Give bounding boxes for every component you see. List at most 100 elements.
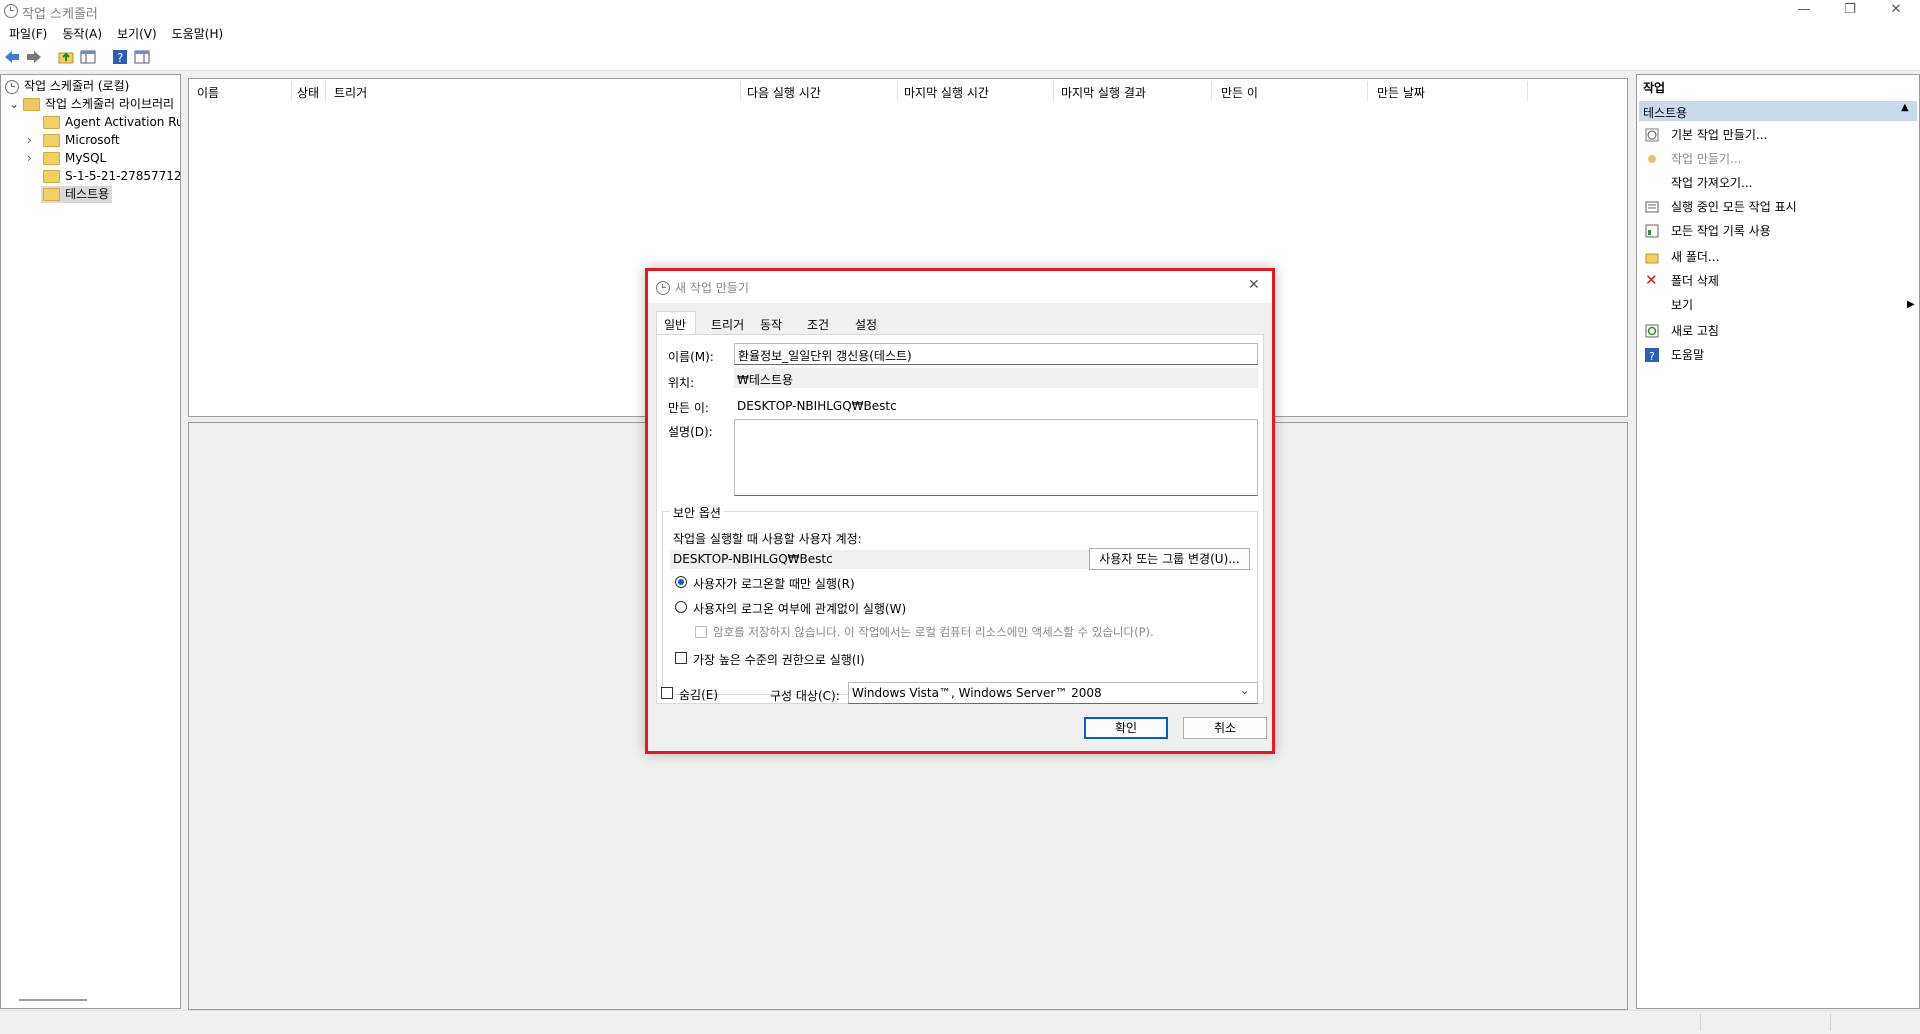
description-textarea[interactable]	[734, 419, 1258, 496]
column-header-author[interactable]: 만든 이	[1221, 84, 1258, 101]
radio-run-whether-logged-on-label: 사용자의 로그온 여부에 관계없이 실행(W)	[693, 602, 907, 616]
submenu-arrow-icon: ▶	[1907, 299, 1915, 310]
chevron-right-icon[interactable]: ›	[27, 132, 43, 149]
column-header-trigger[interactable]: 트리거	[334, 84, 367, 101]
chevron-right-icon[interactable]: ›	[27, 150, 43, 167]
account-value: DESKTOP-NBIHLGQ₩Bestc	[670, 550, 1090, 569]
running-tasks-icon	[1645, 201, 1659, 213]
column-header-status[interactable]: 상태	[297, 84, 319, 101]
column-divider[interactable]	[1053, 81, 1054, 101]
tree-item-agent-activation[interactable]: Agent Activation Run	[43, 114, 181, 131]
tab-settings[interactable]: 설정	[855, 316, 877, 333]
action-label: 모든 작업 기록 사용	[1671, 224, 1771, 238]
no-password-label: 암호를 저장하지 않습니다. 이 작업에서는 로컬 컴퓨터 리소스에만 액세스할…	[713, 625, 1154, 639]
status-divider	[1700, 1014, 1701, 1031]
action-label: 도움말	[1671, 348, 1705, 362]
tree-item-label: Agent Activation Run	[65, 115, 181, 129]
action-label: 폴더 삭제	[1671, 274, 1719, 288]
tree-item-label: MySQL	[65, 151, 107, 165]
hidden-checkbox[interactable]	[661, 687, 673, 699]
column-header-created[interactable]: 만든 날짜	[1377, 84, 1425, 101]
action-pane-icon[interactable]	[134, 49, 150, 65]
menu-help[interactable]: 도움말(H)	[163, 22, 230, 42]
name-input[interactable]: 환율정보_일일단위 갱신용(테스트)	[734, 343, 1258, 365]
dialog-close-button[interactable]: ✕	[1248, 277, 1260, 293]
radio-run-whether-logged-on[interactable]	[675, 601, 687, 613]
horizontal-scrollbar[interactable]	[19, 999, 87, 1001]
name-label: 이름(M):	[668, 350, 714, 364]
radio-run-when-logged-on[interactable]	[675, 576, 687, 588]
tree-item-label: S-1-5-21-278577129	[65, 169, 181, 183]
author-value: DESKTOP-NBIHLGQ₩Bestc	[737, 399, 897, 413]
configure-for-label: 구성 대상(C):	[770, 689, 840, 703]
menu-file[interactable]: 파일(F)	[0, 22, 53, 42]
folder-icon	[43, 170, 60, 183]
new-folder-icon	[1645, 253, 1659, 264]
actions-header: 작업	[1643, 81, 1666, 95]
tree-item-mysql[interactable]: › MySQL	[27, 150, 106, 167]
tree-item-label: 테스트용	[65, 187, 110, 201]
chevron-down-icon[interactable]: ⌄	[9, 96, 23, 113]
back-arrow-icon[interactable]	[4, 49, 20, 65]
no-password-checkbox[interactable]	[695, 626, 707, 638]
security-options-title: 보안 옵션	[670, 504, 724, 521]
column-header-last-run[interactable]: 마지막 실행 시간	[904, 84, 989, 101]
clock-icon	[5, 79, 19, 94]
console-tree-icon[interactable]	[80, 49, 96, 65]
action-view[interactable]: 보기 ▶	[1645, 295, 1917, 315]
help-icon[interactable]: ?	[112, 49, 128, 65]
column-divider[interactable]	[897, 81, 898, 101]
actions-section-header[interactable]: 테스트용 ▲	[1639, 101, 1917, 121]
minimize-button[interactable]: —	[1781, 0, 1827, 22]
action-label: 실행 중인 모든 작업 표시	[1671, 200, 1797, 214]
action-label: 새로 고침	[1671, 324, 1719, 338]
tree-library-label: 작업 스케줄러 라이브러리	[45, 97, 175, 111]
create-task-icon	[1648, 155, 1656, 163]
toolbar: ?	[0, 44, 1920, 71]
location-label: 위치:	[668, 376, 695, 390]
tab-conditions[interactable]: 조건	[807, 316, 829, 333]
tree-root[interactable]: 작업 스케줄러 (로컬)	[5, 78, 129, 95]
svg-text:?: ?	[1649, 350, 1655, 362]
collapse-icon[interactable]: ▲	[1901, 102, 1909, 113]
tab-triggers[interactable]: 트리거	[711, 316, 744, 333]
dialog-title-bar[interactable]: 새 작업 만들기 ✕	[648, 271, 1272, 303]
action-label: 보기	[1671, 298, 1694, 312]
column-divider[interactable]	[1367, 81, 1368, 101]
tab-general[interactable]: 일반	[664, 316, 686, 333]
ok-button[interactable]: 확인	[1084, 717, 1168, 739]
tree-item-test-selected[interactable]: 테스트용	[41, 186, 113, 203]
tree-item-sid[interactable]: S-1-5-21-278577129	[43, 168, 181, 185]
restore-button[interactable]: ❐	[1827, 0, 1873, 22]
author-label: 만든 이:	[668, 401, 709, 415]
dialog-title: 새 작업 만들기	[675, 281, 749, 295]
highest-privileges-label: 가장 높은 수준의 권한으로 실행(I)	[693, 653, 865, 667]
column-header-name[interactable]: 이름	[197, 84, 219, 101]
forward-arrow-icon[interactable]	[26, 49, 42, 65]
tree-library[interactable]: ⌄ 작업 스케줄러 라이브러리	[9, 96, 174, 113]
column-divider[interactable]	[325, 81, 326, 101]
column-header-next-run[interactable]: 다음 실행 시간	[747, 84, 821, 101]
column-divider[interactable]	[1211, 81, 1212, 101]
close-button[interactable]: ✕	[1873, 0, 1919, 22]
tab-actions[interactable]: 동작	[760, 316, 782, 333]
column-divider[interactable]	[291, 81, 292, 101]
tree-item-microsoft[interactable]: › Microsoft	[27, 132, 120, 149]
refresh-icon	[1645, 324, 1659, 338]
actions-section-title: 테스트용	[1643, 106, 1688, 120]
up-folder-icon[interactable]	[58, 49, 74, 65]
cancel-button[interactable]: 취소	[1183, 717, 1267, 739]
folder-icon	[43, 188, 60, 201]
action-label: 작업 만들기...	[1671, 152, 1742, 166]
menu-view[interactable]: 보기(V)	[108, 22, 163, 42]
configure-for-select[interactable]: Windows Vista™, Windows Server™ 2008	[848, 682, 1258, 704]
highest-privileges-checkbox[interactable]	[675, 652, 687, 664]
library-folder-icon	[23, 98, 40, 111]
hidden-label: 숨김(E)	[679, 688, 719, 702]
chevron-down-icon[interactable]: ⌄	[1240, 684, 1249, 697]
column-divider[interactable]	[740, 81, 741, 101]
menu-action[interactable]: 동작(A)	[53, 22, 108, 42]
change-user-button[interactable]: 사용자 또는 그룹 변경(U)...	[1089, 548, 1250, 570]
column-header-last-result[interactable]: 마지막 실행 결과	[1061, 84, 1146, 101]
column-divider[interactable]	[1527, 81, 1528, 101]
